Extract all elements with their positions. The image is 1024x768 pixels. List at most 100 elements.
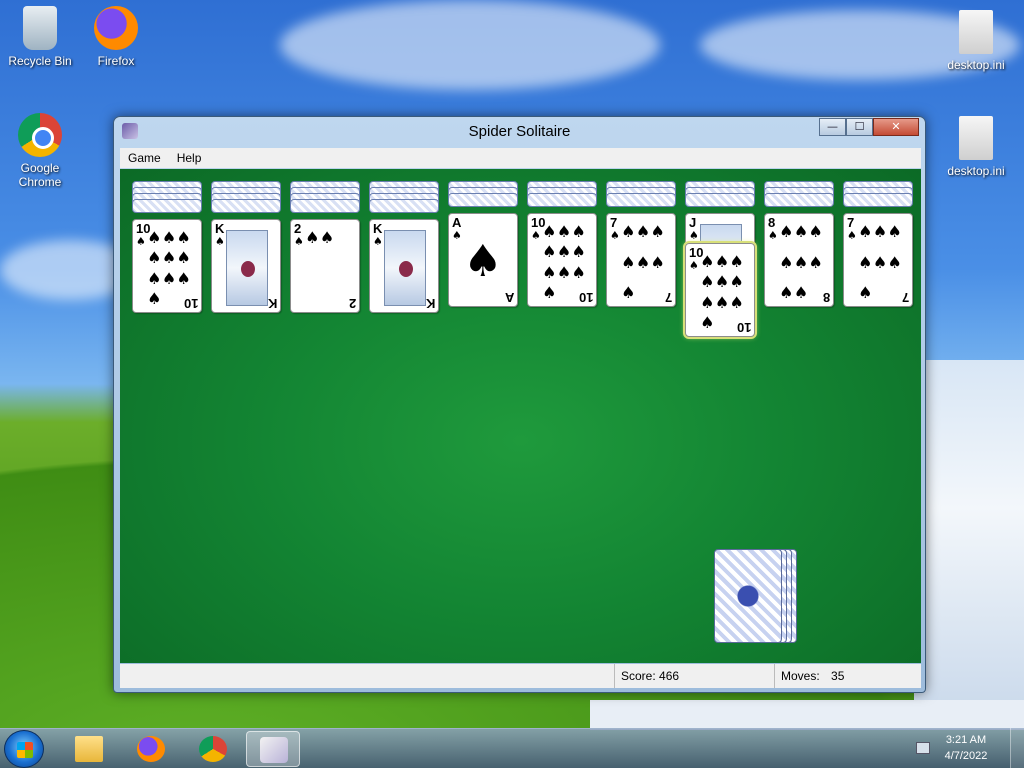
spider-app-icon — [260, 737, 288, 763]
window-title: Spider Solitaire — [468, 123, 571, 140]
spade-icon: ♠ — [176, 228, 191, 247]
chrome-icon — [18, 113, 62, 157]
minimize-button[interactable]: — — [819, 118, 846, 136]
face-down-card — [685, 193, 755, 207]
spade-icon: ♠ — [319, 228, 335, 247]
card-pips: ♠ ♠ ♠ ♠ ♠ ♠ ♠ ♠ — [779, 222, 823, 302]
spade-icon: ♠ — [872, 222, 888, 241]
network-icon[interactable] — [916, 742, 930, 754]
spade-icon: ♠ — [887, 222, 902, 241]
desktop-icon-recycle-bin[interactable]: Recycle Bin — [0, 6, 80, 68]
face-card-art — [226, 230, 268, 306]
wallpaper-art — [914, 360, 1024, 730]
face-down-card — [448, 193, 518, 207]
desktop-icon-label: Firefox — [97, 54, 135, 68]
card-rank: A — [504, 290, 514, 305]
spade-icon: ♠ — [729, 252, 744, 271]
spade-icon: ♠ — [610, 229, 620, 242]
card-rank: K — [373, 221, 383, 236]
clock-time: 3:21 AM — [945, 734, 987, 746]
spade-icon: ♠ — [621, 252, 636, 272]
desktop-icon-desktop-ini[interactable]: desktop.ini — [936, 116, 1016, 178]
spade-icon: ♠ — [689, 259, 699, 272]
playing-card[interactable]: 2 ♠ ♠ ♠ 2 — [290, 219, 360, 313]
window-controls: — ☐ ✕ — [819, 118, 919, 136]
playing-card[interactable]: 7 ♠ ♠ ♠ ♠ ♠ ♠ ♠ ♠ 7 — [606, 213, 676, 307]
taskbar-chrome[interactable] — [186, 731, 240, 767]
spider-solitaire-window: Spider Solitaire — ☐ ✕ Game Help 10 ♠ ♠ ♠ ♠ ♠… — [113, 116, 926, 693]
spade-icon: ♠ — [161, 248, 177, 268]
wallpaper-art-bottom — [590, 700, 1024, 730]
spade-icon: ♠ — [556, 262, 572, 282]
card-pips: ♠ ♠ ♠ ♠ ♠ ♠ ♠ ♠ ♠ ♠ — [147, 228, 191, 307]
spade-icon: ♠ — [571, 222, 586, 241]
moves-value: 35 — [831, 669, 845, 683]
spade-icon: ♠ — [571, 242, 586, 262]
card-pips: ♠ ♠ ♠ ♠ ♠ ♠ ♠ — [858, 222, 902, 301]
taskbar-firefox[interactable] — [124, 731, 178, 767]
system-clock[interactable]: 3:21 AM 4/7/2022 — [936, 732, 996, 764]
spade-icon: ♠ — [147, 248, 162, 268]
face-down-card — [606, 193, 676, 207]
game-board: 10 ♠ ♠ ♠ ♠ ♠ ♠ ♠ ♠ ♠ ♠ ♠ 10 K ♠ K 2 ♠ ♠ ♠ 2 K ♠ K A ♠ ♠ A 10 ♠ ♠ ♠ ♠ ♠ ♠ ♠ ♠… — [120, 169, 921, 663]
desktop-icon-chrome[interactable]: Google Chrome — [0, 113, 80, 189]
card-rank: 8 — [822, 290, 830, 305]
taskbar-file-explorer[interactable] — [62, 731, 116, 767]
start-button[interactable] — [4, 730, 44, 768]
title-bar[interactable]: Spider Solitaire — ☐ ✕ — [114, 117, 925, 145]
show-desktop-button[interactable] — [1010, 728, 1024, 768]
card-rank: 7 — [847, 215, 855, 230]
spade-icon: ♠ — [858, 252, 873, 272]
spade-icon: ♠ — [793, 283, 809, 302]
spade-icon: ♠ — [542, 222, 557, 241]
spade-icon: ♠ — [847, 229, 857, 242]
face-down-card — [211, 199, 281, 213]
recycle-bin-icon — [23, 6, 57, 50]
playing-card[interactable]: K ♠ K — [211, 219, 281, 313]
clock-date: 4/7/2022 — [944, 750, 988, 762]
spade-icon: ♠ — [808, 222, 823, 241]
spade-icon: ♠ — [700, 292, 715, 312]
stock-pile[interactable] — [714, 549, 804, 645]
card-rank: 2 — [348, 296, 356, 311]
spade-icon: ♠ — [542, 242, 557, 262]
stock-card — [714, 549, 782, 643]
playing-card[interactable]: 10 ♠ ♠ ♠ ♠ ♠ ♠ ♠ ♠ ♠ ♠ ♠ 10 — [132, 219, 202, 313]
spade-icon: ♠ — [147, 228, 162, 247]
spade-icon: ♠ — [556, 222, 572, 241]
playing-card[interactable]: K ♠ K — [369, 219, 439, 313]
spade-icon: ♠ — [215, 235, 225, 248]
card-rank: K — [215, 221, 225, 236]
card-rank: 7 — [664, 290, 672, 305]
spade-icon: ♠ — [635, 252, 651, 272]
spade-icon: ♠ — [294, 235, 304, 248]
playing-card[interactable]: 8 ♠ ♠ ♠ ♠ ♠ ♠ ♠ ♠ ♠ 8 — [764, 213, 834, 307]
playing-card[interactable]: 7 ♠ ♠ ♠ ♠ ♠ ♠ ♠ ♠ 7 — [843, 213, 913, 307]
spade-icon: ♠ — [808, 252, 823, 272]
spade-icon: ♠ — [729, 292, 744, 312]
settings-file-icon — [959, 116, 993, 160]
card-rank: A — [452, 215, 462, 230]
spade-icon: ♠ — [768, 229, 778, 242]
menu-game[interactable]: Game — [120, 151, 169, 165]
card-rank: 10 — [578, 290, 593, 305]
spade-icon: ♠ — [161, 228, 177, 247]
card-rank: 7 — [901, 290, 909, 305]
face-down-card — [369, 199, 439, 213]
spade-icon: ♠ — [463, 236, 503, 287]
playing-card[interactable]: 10 ♠ ♠ ♠ ♠ ♠ ♠ ♠ ♠ ♠ ♠ ♠ 10 — [683, 241, 757, 339]
close-button[interactable]: ✕ — [873, 118, 919, 136]
face-down-card — [527, 193, 597, 207]
playing-card[interactable]: 10 ♠ ♠ ♠ ♠ ♠ ♠ ♠ ♠ ♠ ♠ ♠ 10 — [527, 213, 597, 307]
firefox-icon — [94, 6, 138, 50]
spade-icon: ♠ — [872, 252, 888, 272]
spade-icon: ♠ — [700, 252, 715, 271]
playing-card[interactable]: A ♠ ♠ A — [448, 213, 518, 307]
taskbar-spider-solitaire[interactable] — [246, 731, 300, 767]
desktop-icon-firefox[interactable]: Firefox — [76, 6, 156, 68]
card-rank: K — [267, 296, 277, 311]
spade-icon: ♠ — [858, 222, 873, 241]
menu-help[interactable]: Help — [169, 151, 210, 165]
maximize-button[interactable]: ☐ — [846, 118, 873, 136]
desktop-icon-desktop-ini[interactable]: desktop.ini — [936, 10, 1016, 72]
